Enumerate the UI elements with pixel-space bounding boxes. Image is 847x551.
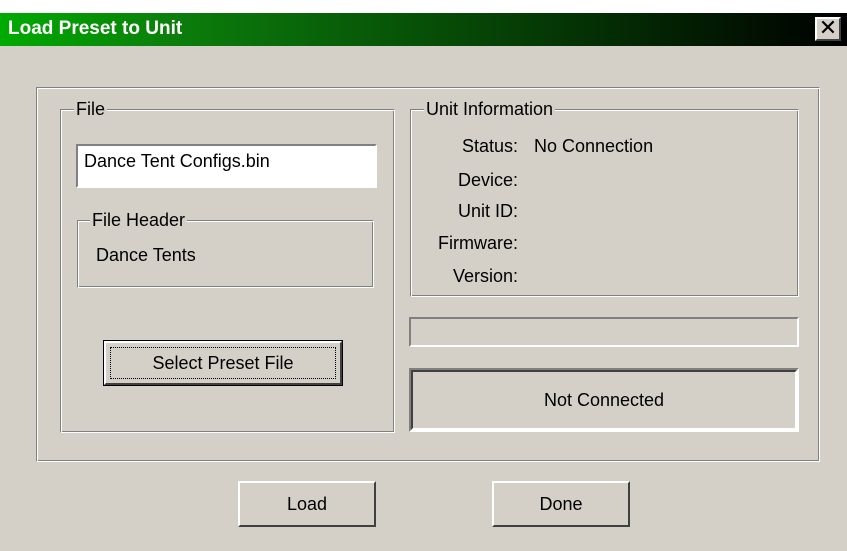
unit-info-label: Unit Information xyxy=(424,99,556,119)
connection-status-inner: Not Connected xyxy=(411,370,797,430)
select-preset-file-button[interactable]: Select Preset File xyxy=(103,340,343,386)
connection-status-panel: Not Connected xyxy=(409,368,799,432)
done-button-label: Done xyxy=(539,494,583,514)
device-label: Device: xyxy=(457,170,518,190)
progress-bar xyxy=(409,317,799,347)
filename-value: Dance Tent Configs.bin xyxy=(84,151,270,171)
filename-field[interactable]: Dance Tent Configs.bin xyxy=(76,144,377,188)
window-title: Load Preset to Unit xyxy=(8,18,183,39)
title-bar[interactable]: Load Preset to Unit ✕ xyxy=(0,13,847,46)
top-margin xyxy=(0,0,847,13)
status-label: Status: xyxy=(461,136,518,156)
load-button[interactable]: Load xyxy=(238,481,376,527)
connection-status-text: Not Connected xyxy=(543,389,665,410)
file-group-label: File xyxy=(74,99,108,119)
firmware-label: Firmware: xyxy=(438,233,518,253)
close-button[interactable]: ✕ xyxy=(815,17,841,41)
file-header-value: Dance Tents xyxy=(96,245,196,265)
close-icon: ✕ xyxy=(818,15,838,40)
file-header-label: File Header xyxy=(90,210,188,230)
dialog-window: Load Preset to Unit ✕ File Dance Tent Co… xyxy=(0,0,847,551)
status-value: No Connection xyxy=(534,136,654,156)
focus-rect xyxy=(110,347,336,379)
done-button[interactable]: Done xyxy=(492,481,630,527)
version-label: Version: xyxy=(452,266,518,286)
unit-id-label: Unit ID: xyxy=(457,201,518,221)
load-button-label: Load xyxy=(286,494,328,514)
